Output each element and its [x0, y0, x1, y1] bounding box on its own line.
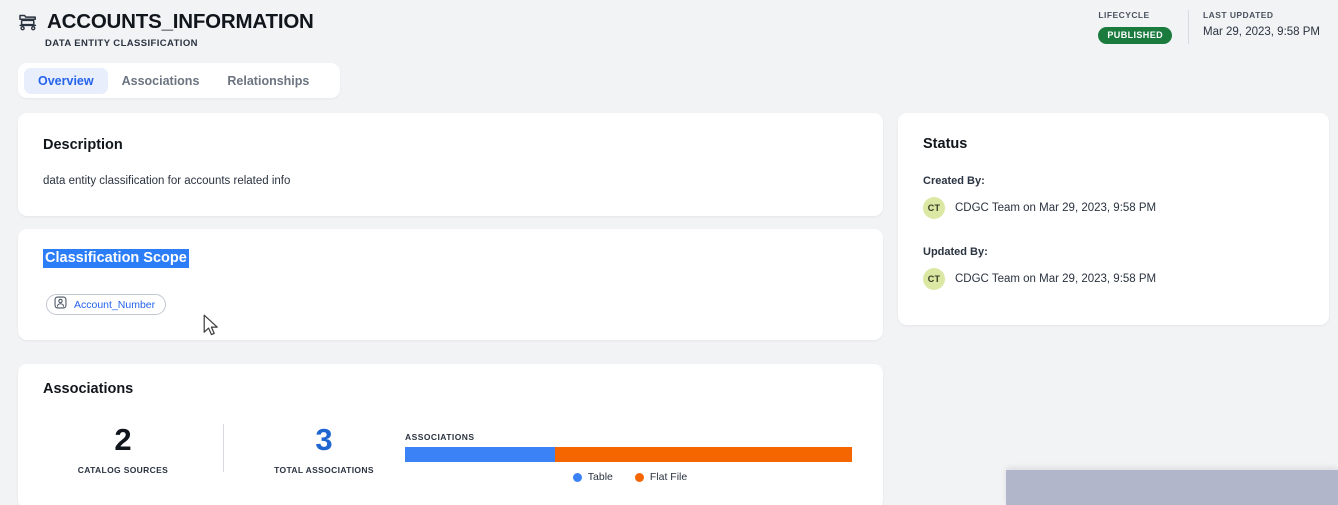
data-entity-icon [16, 10, 40, 34]
stat-total-associations-caption: TOTAL ASSOCIATIONS [274, 465, 374, 475]
legend-dot-flat-file [634, 472, 644, 482]
user-badge-icon [54, 296, 67, 314]
classification-scope-title: Classification Scope [43, 249, 189, 268]
status-created-group: Created By: CT CDGC Team on Mar 29, 2023… [923, 175, 1156, 219]
updated-by-text: CDGC Team on Mar 29, 2023, 9:58 PM [955, 273, 1157, 285]
tab-associations[interactable]: Associations [108, 68, 214, 94]
associations-card: Associations 2 CATALOG SOURCES 3 TOTAL A… [18, 364, 883, 505]
legend-label-table: Table [587, 471, 613, 483]
description-card: Description data entity classification f… [18, 113, 883, 216]
associations-title: Associations [43, 381, 134, 397]
description-title: Description [43, 137, 123, 153]
updated-by-label: Updated By: [923, 246, 988, 258]
legend-label-flat-file: Flat File [649, 471, 688, 483]
last-updated-block: LAST UPDATED Mar 29, 2023, 9:58 PM [1203, 10, 1338, 40]
stat-catalog-sources-caption: CATALOG SOURCES [77, 465, 169, 475]
page-header: ACCOUNTS_INFORMATION DATA ENTITY CLASSIF… [0, 0, 1338, 57]
stat-total-associations: 3 TOTAL ASSOCIATIONS [244, 421, 404, 475]
legend-dot-table [572, 472, 582, 482]
last-updated-value: Mar 29, 2023, 9:58 PM [1203, 26, 1320, 38]
chip-label: Account_Number [74, 298, 156, 311]
created-by-text: CDGC Team on Mar 29, 2023, 9:58 PM [955, 202, 1157, 214]
status-badge: PUBLISHED [1098, 27, 1173, 44]
page-subtitle: DATA ENTITY CLASSIFICATION [45, 38, 198, 49]
legend-item-table[interactable]: Table [572, 471, 613, 483]
last-updated-label: LAST UPDATED [1203, 10, 1274, 20]
bottom-overlay-panel[interactable] [1006, 470, 1338, 505]
legend-item-flat-file[interactable]: Flat File [634, 471, 688, 483]
description-body: data entity classification for accounts … [43, 175, 291, 187]
page-root: ACCOUNTS_INFORMATION DATA ENTITY CLASSIF… [0, 0, 1338, 505]
bar-segment-flat-file[interactable] [554, 447, 852, 462]
bar-segment-table[interactable] [405, 447, 555, 462]
avatar: CT [923, 197, 945, 219]
created-by-label: Created By: [923, 175, 985, 187]
classification-scope-chip[interactable]: Account_Number [46, 294, 167, 315]
avatar: CT [923, 268, 945, 290]
status-card: Status Created By: CT CDGC Team on Mar 2… [898, 113, 1329, 325]
tab-bar: Overview Associations Relationships [18, 63, 340, 98]
tab-overview[interactable]: Overview [24, 67, 108, 94]
lifecycle-label: LIFECYCLE [1098, 10, 1150, 20]
page-title: ACCOUNTS_INFORMATION [47, 10, 314, 33]
associations-stats: 2 CATALOG SOURCES 3 TOTAL ASSOCIATIONS [43, 421, 404, 475]
stat-catalog-sources-value: 2 [114, 422, 132, 457]
tab-relationships[interactable]: Relationships [213, 68, 323, 94]
chart-caption: ASSOCIATIONS [405, 432, 475, 442]
selected-text: Classification Scope [43, 249, 189, 268]
associations-chart: ASSOCIATIONS Table Flat File [405, 432, 855, 483]
status-updated-group: Updated By: CT CDGC Team on Mar 29, 2023… [923, 246, 1156, 290]
status-title: Status [923, 136, 968, 152]
stat-catalog-sources: 2 CATALOG SOURCES [43, 421, 203, 475]
mouse-cursor [203, 314, 221, 338]
updated-by-row: CT CDGC Team on Mar 29, 2023, 9:58 PM [923, 268, 1156, 290]
header-meta: LIFECYCLE PUBLISHED LAST UPDATED Mar 29,… [1098, 10, 1338, 46]
stat-total-associations-value: 3 [315, 422, 333, 457]
chart-legend: Table Flat File [405, 471, 855, 483]
stacked-bar [405, 447, 852, 462]
lifecycle-block: LIFECYCLE PUBLISHED [1098, 10, 1190, 44]
classification-scope-card: Classification Scope [18, 229, 883, 340]
created-by-row: CT CDGC Team on Mar 29, 2023, 9:58 PM [923, 197, 1156, 219]
stats-divider [223, 424, 224, 472]
